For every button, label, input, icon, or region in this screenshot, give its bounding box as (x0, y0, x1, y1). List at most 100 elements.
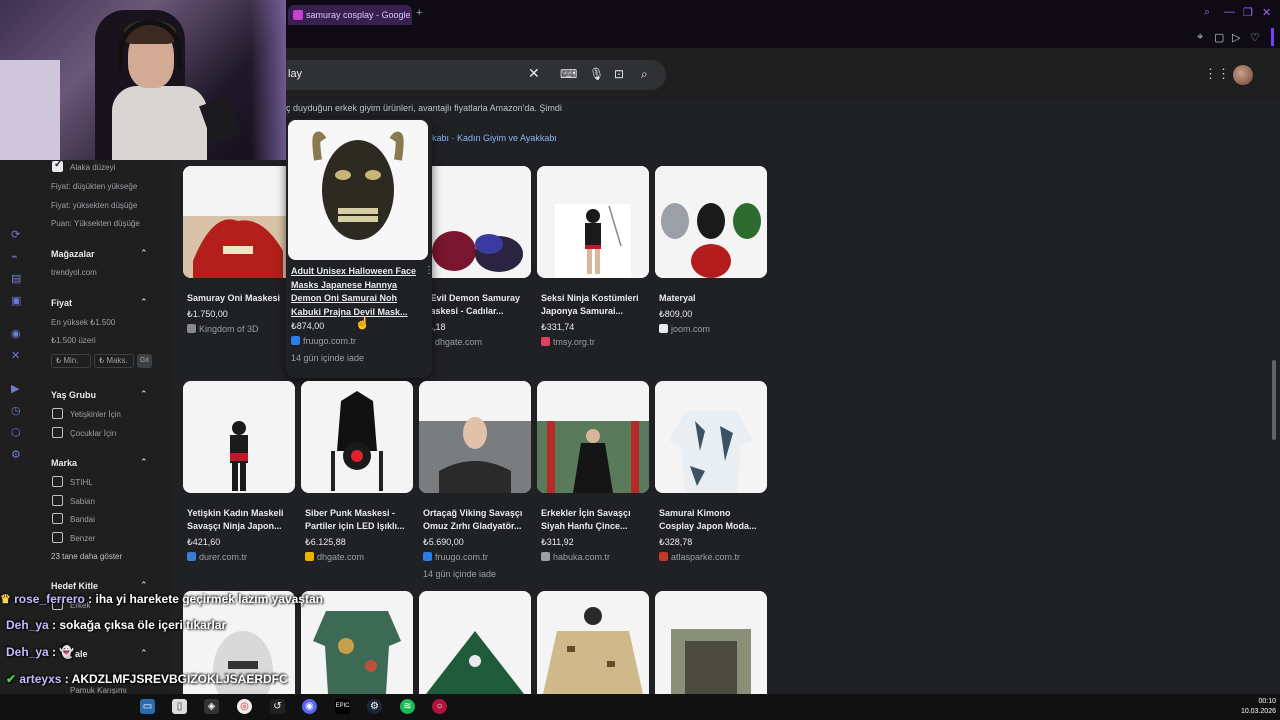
pin-icon[interactable]: ⌖ (1197, 31, 1203, 44)
product-image[interactable] (419, 381, 531, 493)
search-input[interactable] (286, 60, 666, 90)
player-icon[interactable]: ▶ (11, 382, 19, 395)
play-icon[interactable]: ▷ (1232, 31, 1240, 44)
product-title[interactable]: Samurai Kimono Cosplay Japon Moda... (659, 507, 767, 533)
product-title[interactable]: Ortaçağ Viking Savaşçı Omuz Zırhı Gladya… (423, 507, 531, 533)
brand-heading[interactable]: Marka (51, 458, 77, 468)
app-icon[interactable]: ↺ (270, 699, 285, 714)
product-image[interactable] (537, 166, 649, 278)
refresh-icon[interactable]: ⟳ (11, 228, 20, 241)
minimize-icon[interactable]: — (1224, 6, 1235, 18)
store-icon (541, 337, 550, 346)
history-icon[interactable]: ◷ (11, 404, 21, 417)
browser-icon[interactable]: ◎ (237, 699, 252, 714)
steam-icon[interactable]: ⚙ (367, 699, 382, 714)
opera-icon[interactable]: ○ (432, 699, 447, 714)
product-image[interactable] (655, 381, 767, 493)
clock-date: 10.03.2026 (1240, 708, 1276, 715)
product-title[interactable]: e Evil Demon Samuray Maskesi - Cadılar..… (423, 292, 531, 318)
ad-link[interactable]: kabı · Kadın Giyim ve Ayakkabı (432, 133, 557, 143)
bookmark-icon[interactable]: ▤ (11, 272, 21, 285)
store-icon (187, 552, 196, 561)
product-image[interactable] (655, 591, 767, 694)
mic-icon[interactable]: 🎙 (589, 67, 604, 81)
age-heading[interactable]: Yaş Grubu (51, 390, 96, 400)
hover-product-title[interactable]: Adult Unisex Halloween Face Masks Japane… (291, 265, 425, 319)
extension-icon[interactable]: ⬡ (11, 426, 21, 439)
chevron-up-icon[interactable]: ⌃ (140, 297, 148, 308)
brand-checkbox[interactable] (52, 495, 63, 506)
chevron-up-icon[interactable]: ⌃ (140, 248, 148, 259)
monitor-icon[interactable]: ▭ (140, 699, 155, 714)
brand-checkbox[interactable] (52, 513, 63, 524)
chevron-up-icon[interactable]: ⌃ (140, 389, 148, 400)
store-option[interactable]: trendyol.com (51, 268, 97, 277)
search-icon[interactable]: ⌕ (641, 67, 648, 82)
sort-relevance-checkbox[interactable] (52, 159, 63, 172)
partial-heading[interactable]: ale (75, 649, 88, 659)
search-icon[interactable]: ⌕ (1204, 6, 1210, 19)
price-go-button[interactable]: Git (137, 354, 152, 368)
epic-games-icon[interactable]: EPIC (335, 699, 350, 714)
discord-icon[interactable]: ◉ (11, 327, 21, 340)
product-title[interactable]: Samuray Oni Maskesi (187, 292, 295, 305)
brand-checkbox[interactable] (52, 476, 63, 487)
product-title[interactable]: Erkekler İçin Savaşçı Siyah Hanfu Çince.… (541, 507, 649, 533)
product-title[interactable]: Siber Punk Maskesi - Partiler için LED I… (305, 507, 413, 533)
sort-option[interactable]: Puan: Yüksekten düşüğe (51, 219, 140, 228)
avatar[interactable] (1233, 65, 1253, 85)
maximize-icon[interactable]: ❐ (1243, 6, 1253, 19)
sort-option[interactable]: Fiyat: yüksekten düşüğe (51, 201, 137, 210)
mail-icon[interactable]: ▣ (11, 294, 21, 307)
product-image[interactable] (301, 381, 413, 493)
age-checkbox[interactable] (52, 408, 63, 419)
crop-icon[interactable]: ▢ (1214, 31, 1224, 44)
brand-checkbox[interactable] (52, 532, 63, 543)
spotify-icon[interactable]: ≋ (400, 699, 415, 714)
new-tab-button[interactable]: + (416, 7, 422, 19)
product-title[interactable]: Yetişkin Kadın Maskeli Savaşçı Ninja Jap… (187, 507, 295, 533)
settings-icon[interactable]: ⚙ (11, 448, 21, 461)
x-icon[interactable]: ✕ (11, 349, 20, 362)
price-min-input[interactable]: ₺ Min. (51, 354, 91, 368)
product-image[interactable] (537, 381, 649, 493)
age-checkbox[interactable] (52, 427, 63, 438)
product-image[interactable] (537, 591, 649, 694)
browser-tab[interactable]: samuray cosplay - Google (288, 5, 412, 25)
scrollbar[interactable] (1272, 360, 1276, 440)
product-image[interactable] (655, 166, 767, 278)
webcam-light (250, 0, 286, 160)
chevron-up-icon[interactable]: ⌃ (140, 457, 148, 468)
price-max-input[interactable]: ₺ Maks. (94, 354, 134, 368)
chevron-up-icon[interactable]: ⌃ (140, 648, 148, 659)
product-title[interactable]: Seksi Ninja Kostümleri Japonya Samurai..… (541, 292, 649, 318)
keyboard-icon[interactable]: ⌨ (560, 67, 577, 81)
stores-heading[interactable]: Mağazalar (51, 249, 95, 259)
price-option[interactable]: En yüksek ₺1.500 (51, 318, 115, 327)
product-image[interactable] (301, 591, 413, 694)
link-icon[interactable]: ⌁ (11, 250, 18, 263)
file-icon[interactable]: ▯ (172, 699, 187, 714)
product-image[interactable] (419, 166, 531, 278)
unity-icon[interactable]: ◈ (204, 699, 219, 714)
close-icon[interactable]: ✕ (528, 65, 540, 82)
chevron-up-icon[interactable]: ⌃ (140, 580, 148, 591)
more-options-icon[interactable]: ⋮ (424, 265, 434, 276)
price-heading[interactable]: Fiyat (51, 298, 72, 308)
product-image[interactable] (288, 120, 428, 260)
accent-bar (1271, 28, 1274, 46)
product-image[interactable] (419, 591, 531, 694)
product-title[interactable]: Materyal (659, 292, 767, 305)
discord-icon[interactable]: ◉ (302, 699, 317, 714)
store-icon (659, 552, 668, 561)
product-image[interactable] (183, 381, 295, 493)
close-window-icon[interactable]: ✕ (1262, 6, 1271, 19)
lens-icon[interactable]: ⊡ (614, 67, 624, 81)
sort-option[interactable]: Fiyat: düşükten yükseğe (51, 182, 137, 191)
hover-product-price: ₺874,00 (291, 321, 325, 331)
show-more-link[interactable]: 23 tane daha göster (51, 552, 122, 561)
price-option[interactable]: ₺1.500 üzeri (51, 336, 96, 345)
audience-heading[interactable]: Hedef Kitle (51, 581, 98, 591)
product-image[interactable] (183, 166, 295, 278)
heart-icon[interactable]: ♡ (1250, 31, 1260, 44)
